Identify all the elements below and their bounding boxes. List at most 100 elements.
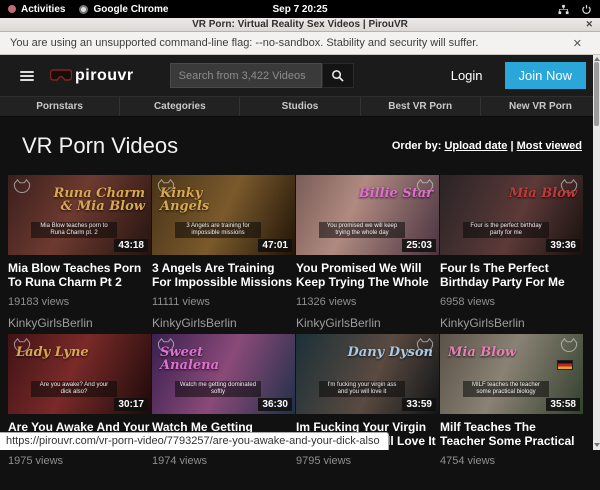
link-status-bar: https://pirouvr.com/vr-porn-video/779325… bbox=[0, 432, 389, 450]
page-title: VR Porn Videos bbox=[22, 133, 178, 159]
thumbnail-caption: I'm fucking your virgin ass and you will… bbox=[319, 381, 405, 397]
studio-link[interactable] bbox=[296, 475, 439, 490]
duration-badge: 30:17 bbox=[114, 398, 148, 411]
view-count: 11111 views bbox=[152, 296, 295, 308]
thumbnail-performer-name: Lady Lyne bbox=[16, 346, 89, 359]
vr-headset-logo-icon bbox=[50, 69, 72, 82]
studio-cat-mask-icon bbox=[560, 338, 578, 353]
web-content: pirouvr Login Join Now Pornstars Categor… bbox=[0, 55, 600, 450]
network-icon[interactable] bbox=[558, 4, 569, 15]
video-card-2[interactable]: Kinky Angels 3 Angels are training for i… bbox=[152, 175, 295, 331]
video-card-1[interactable]: Runa Charm & Mia Blow Mia Blow teaches p… bbox=[8, 175, 151, 331]
video-thumbnail[interactable]: Mia Blow MILF teaches the teacher some p… bbox=[440, 334, 583, 414]
infobar-close-button[interactable]: ✕ bbox=[573, 37, 590, 50]
order-most-viewed-link[interactable]: Most viewed bbox=[517, 140, 582, 152]
nav-best-vr-porn[interactable]: Best VR Porn bbox=[361, 97, 481, 116]
view-count: 11326 views bbox=[296, 296, 439, 308]
video-thumbnail[interactable]: Runa Charm & Mia Blow Mia Blow teaches p… bbox=[8, 175, 151, 255]
menu-icon[interactable] bbox=[20, 71, 34, 81]
nav-pornstars[interactable]: Pornstars bbox=[0, 97, 120, 116]
system-clock[interactable]: Sep 7 20:25 bbox=[0, 4, 600, 15]
studio-link[interactable] bbox=[440, 475, 583, 490]
video-title[interactable]: Milf Teaches The Teacher Some Practical … bbox=[440, 420, 583, 448]
thumbnail-performer-name: Sweet Analena bbox=[160, 346, 252, 372]
thumbnail-caption: 3 Angels are training for impossible mis… bbox=[175, 222, 261, 238]
page-scrollbar[interactable] bbox=[593, 55, 600, 450]
scrollbar-up-arrow-icon[interactable] bbox=[594, 57, 600, 61]
duration-badge: 35:58 bbox=[546, 398, 580, 411]
thumbnail-performer-name: Billie Star bbox=[359, 187, 433, 200]
duration-badge: 36:30 bbox=[258, 398, 292, 411]
studio-link[interactable]: KinkyGirlsBerlin bbox=[440, 316, 583, 331]
video-thumbnail[interactable]: Billie Star You promised we will keep tr… bbox=[296, 175, 439, 255]
studio-link[interactable] bbox=[152, 475, 295, 490]
thumbnail-caption: You promised we will keep trying the who… bbox=[319, 222, 405, 238]
studio-link[interactable] bbox=[8, 475, 151, 490]
nav-studios[interactable]: Studios bbox=[240, 97, 360, 116]
video-card-7[interactable]: Dany Dyson I'm fucking your virgin ass a… bbox=[296, 334, 439, 490]
german-flag-icon bbox=[557, 360, 573, 370]
video-thumbnail[interactable]: Sweet Analena Watch me getting dominated… bbox=[152, 334, 295, 414]
system-top-bar: Activities Google Chrome Sep 7 20:25 bbox=[0, 0, 600, 18]
studio-cat-mask-icon bbox=[13, 179, 31, 194]
view-count: 1974 views bbox=[152, 455, 295, 467]
view-count: 19183 views bbox=[8, 296, 151, 308]
duration-badge: 39:36 bbox=[546, 239, 580, 252]
power-icon[interactable] bbox=[581, 4, 592, 15]
studio-link[interactable]: KinkyGirlsBerlin bbox=[152, 316, 295, 331]
main-nav: Pornstars Categories Studios Best VR Por… bbox=[0, 96, 600, 117]
video-thumbnail[interactable]: Dany Dyson I'm fucking your virgin ass a… bbox=[296, 334, 439, 414]
order-by: Order by: Upload date | Most viewed bbox=[392, 140, 582, 152]
video-card-3[interactable]: Billie Star You promised we will keep tr… bbox=[296, 175, 439, 331]
order-by-label: Order by: bbox=[392, 140, 442, 152]
video-card-8[interactable]: Mia Blow MILF teaches the teacher some p… bbox=[440, 334, 583, 490]
duration-badge: 47:01 bbox=[258, 239, 292, 252]
join-now-button[interactable]: Join Now bbox=[505, 62, 586, 89]
scrollbar-down-arrow-icon[interactable] bbox=[594, 443, 600, 447]
search-input[interactable] bbox=[170, 63, 322, 88]
view-count: 9795 views bbox=[296, 455, 439, 467]
thumbnail-caption: Watch me getting dominated softly bbox=[175, 381, 261, 397]
duration-badge: 43:18 bbox=[114, 239, 148, 252]
video-card-4[interactable]: Mia Blow Four is the perfect birthday pa… bbox=[440, 175, 583, 331]
thumbnail-performer-name: Kinky Angels bbox=[160, 187, 252, 213]
order-upload-date-link[interactable]: Upload date bbox=[444, 140, 507, 152]
logo-text: pirouvr bbox=[75, 67, 134, 85]
thumbnail-performer-name: Mia Blow bbox=[509, 187, 577, 200]
duration-badge: 33:59 bbox=[402, 398, 436, 411]
video-title[interactable]: You Promised We Will Keep Trying The Who… bbox=[296, 261, 439, 289]
thumbnail-performer-name: Runa Charm & Mia Blow bbox=[53, 187, 145, 213]
window-title: VR Porn: Virtual Reality Sex Videos | Pi… bbox=[192, 19, 408, 30]
site-header: pirouvr Login Join Now bbox=[0, 55, 600, 96]
window-close-button[interactable]: ✕ bbox=[585, 19, 593, 30]
view-count: 4754 views bbox=[440, 455, 583, 467]
studio-link[interactable]: KinkyGirlsBerlin bbox=[296, 316, 439, 331]
search-button[interactable] bbox=[322, 63, 354, 88]
video-thumbnail[interactable]: Kinky Angels 3 Angels are training for i… bbox=[152, 175, 295, 255]
duration-badge: 25:03 bbox=[402, 239, 436, 252]
nav-new-vr-porn[interactable]: New VR Porn bbox=[481, 97, 600, 116]
video-title[interactable]: Mia Blow Teaches Porn To Runa Charm Pt 2 bbox=[8, 261, 151, 289]
studio-link[interactable]: KinkyGirlsBerlin bbox=[8, 316, 151, 331]
view-count: 6958 views bbox=[440, 296, 583, 308]
scrollbar-thumb[interactable] bbox=[594, 62, 599, 126]
thumbnail-performer-name: Dany Dyson bbox=[348, 346, 434, 359]
chrome-infobar: You are using an unsupported command-lin… bbox=[0, 32, 600, 55]
video-thumbnail[interactable]: Lady Lyne Are you awake? And your dick a… bbox=[8, 334, 151, 414]
video-title[interactable]: Four Is The Perfect Birthday Party For M… bbox=[440, 261, 583, 289]
thumbnail-caption: Mia Blow teaches porn to Runa Charm pt. … bbox=[31, 222, 117, 238]
thumbnail-caption: MILF teaches the teacher some practical … bbox=[463, 381, 549, 397]
window-titlebar[interactable]: VR Porn: Virtual Reality Sex Videos | Pi… bbox=[0, 18, 600, 32]
video-title[interactable]: 3 Angels Are Training For Impossible Mis… bbox=[152, 261, 295, 289]
nav-categories[interactable]: Categories bbox=[120, 97, 240, 116]
thumbnail-performer-name: Mia Blow bbox=[448, 346, 516, 359]
search-icon bbox=[331, 69, 344, 82]
thumbnail-caption: Four is the perfect birthday party for m… bbox=[463, 222, 549, 238]
thumbnail-caption: Are you awake? And your dick also? bbox=[31, 381, 117, 397]
video-thumbnail[interactable]: Mia Blow Four is the perfect birthday pa… bbox=[440, 175, 583, 255]
video-card-5[interactable]: Lady Lyne Are you awake? And your dick a… bbox=[8, 334, 151, 490]
site-logo[interactable]: pirouvr bbox=[50, 67, 134, 85]
login-link[interactable]: Login bbox=[451, 68, 483, 83]
infobar-message: You are using an unsupported command-lin… bbox=[10, 37, 478, 49]
video-card-6[interactable]: Sweet Analena Watch me getting dominated… bbox=[152, 334, 295, 490]
